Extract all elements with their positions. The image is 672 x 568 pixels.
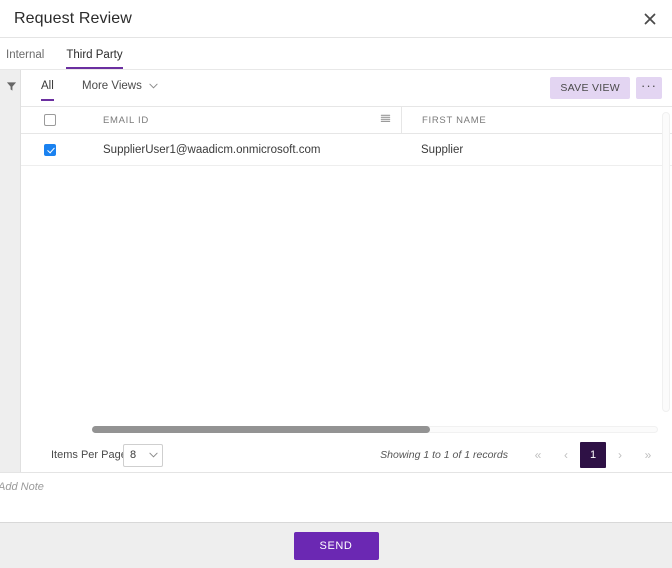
row-select-cell (21, 144, 79, 156)
close-icon[interactable] (638, 8, 662, 30)
column-menu-icon[interactable] (380, 111, 391, 129)
grid-overflow-menu-button[interactable]: ··· (636, 77, 662, 99)
request-review-dialog: Request Review Internal Third Party All … (0, 0, 672, 568)
grid-toolbar-actions: SAVE VIEW ··· (550, 77, 662, 99)
cell-email: SupplierUser1@waadicm.onmicrosoft.com (79, 134, 401, 165)
tab-third-party[interactable]: Third Party (66, 49, 122, 69)
table-row[interactable]: SupplierUser1@waadicm.onmicrosoft.com Su… (21, 134, 672, 166)
pagination-controls: « ‹ 1 › » (524, 442, 662, 468)
more-views-dropdown[interactable]: More Views (82, 80, 158, 92)
dialog-tabs: Internal Third Party (0, 39, 672, 70)
items-per-page-value: 8 (130, 449, 136, 461)
column-header-email[interactable]: EMAIL ID (79, 107, 401, 133)
add-note-input[interactable]: Add Note (0, 481, 44, 493)
chevron-down-icon (149, 449, 158, 461)
grid-left-rail (0, 70, 21, 472)
pagination-last-button[interactable]: » (634, 443, 662, 467)
grid-horizontal-scrollbar[interactable] (21, 420, 672, 438)
chevron-down-icon (149, 80, 158, 92)
view-tab-all[interactable]: All (41, 80, 54, 92)
items-per-page-label: Items Per Page (51, 449, 127, 461)
pagination-page-1-button[interactable]: 1 (580, 442, 606, 468)
cell-first-name-value: Supplier (421, 144, 463, 156)
pagination-first-button[interactable]: « (524, 443, 552, 467)
row-select-checkbox[interactable] (44, 144, 56, 156)
grid-header-row: EMAIL ID FIRST NAME (21, 107, 672, 134)
send-button[interactable]: SEND (294, 532, 379, 560)
grid-pager: Items Per Page 8 Showing 1 to 1 of 1 rec… (21, 438, 672, 472)
grid-toolbar: All More Views SAVE VIEW ··· (21, 70, 672, 107)
pagination-next-button[interactable]: › (606, 443, 634, 467)
tab-internal[interactable]: Internal (6, 49, 44, 69)
column-header-first-name[interactable]: FIRST NAME (401, 107, 641, 133)
pagination-prev-button[interactable]: ‹ (552, 443, 580, 467)
dialog-footer: SEND (0, 522, 672, 568)
data-grid: EMAIL ID FIRST NAME SupplierUser1@waadic… (21, 107, 672, 420)
filter-funnel-icon[interactable] (4, 79, 18, 93)
dialog-titlebar: Request Review (0, 0, 672, 38)
cell-email-value: SupplierUser1@waadicm.onmicrosoft.com (103, 144, 320, 156)
column-header-first-name-label: FIRST NAME (422, 115, 486, 126)
select-all-checkbox[interactable] (44, 114, 56, 126)
save-view-button[interactable]: SAVE VIEW (550, 77, 630, 99)
select-all-cell (21, 114, 79, 126)
column-header-email-label: EMAIL ID (103, 115, 149, 126)
grid-vertical-scrollbar[interactable] (662, 112, 670, 412)
page-title: Request Review (14, 10, 132, 28)
records-summary: Showing 1 to 1 of 1 records (380, 449, 508, 461)
cell-first-name: Supplier (401, 134, 641, 165)
items-per-page-select[interactable]: 8 (123, 444, 163, 467)
more-views-label: More Views (82, 80, 142, 92)
add-note-section: Add Note (0, 472, 672, 522)
horizontal-scrollbar-thumb[interactable] (92, 426, 430, 433)
